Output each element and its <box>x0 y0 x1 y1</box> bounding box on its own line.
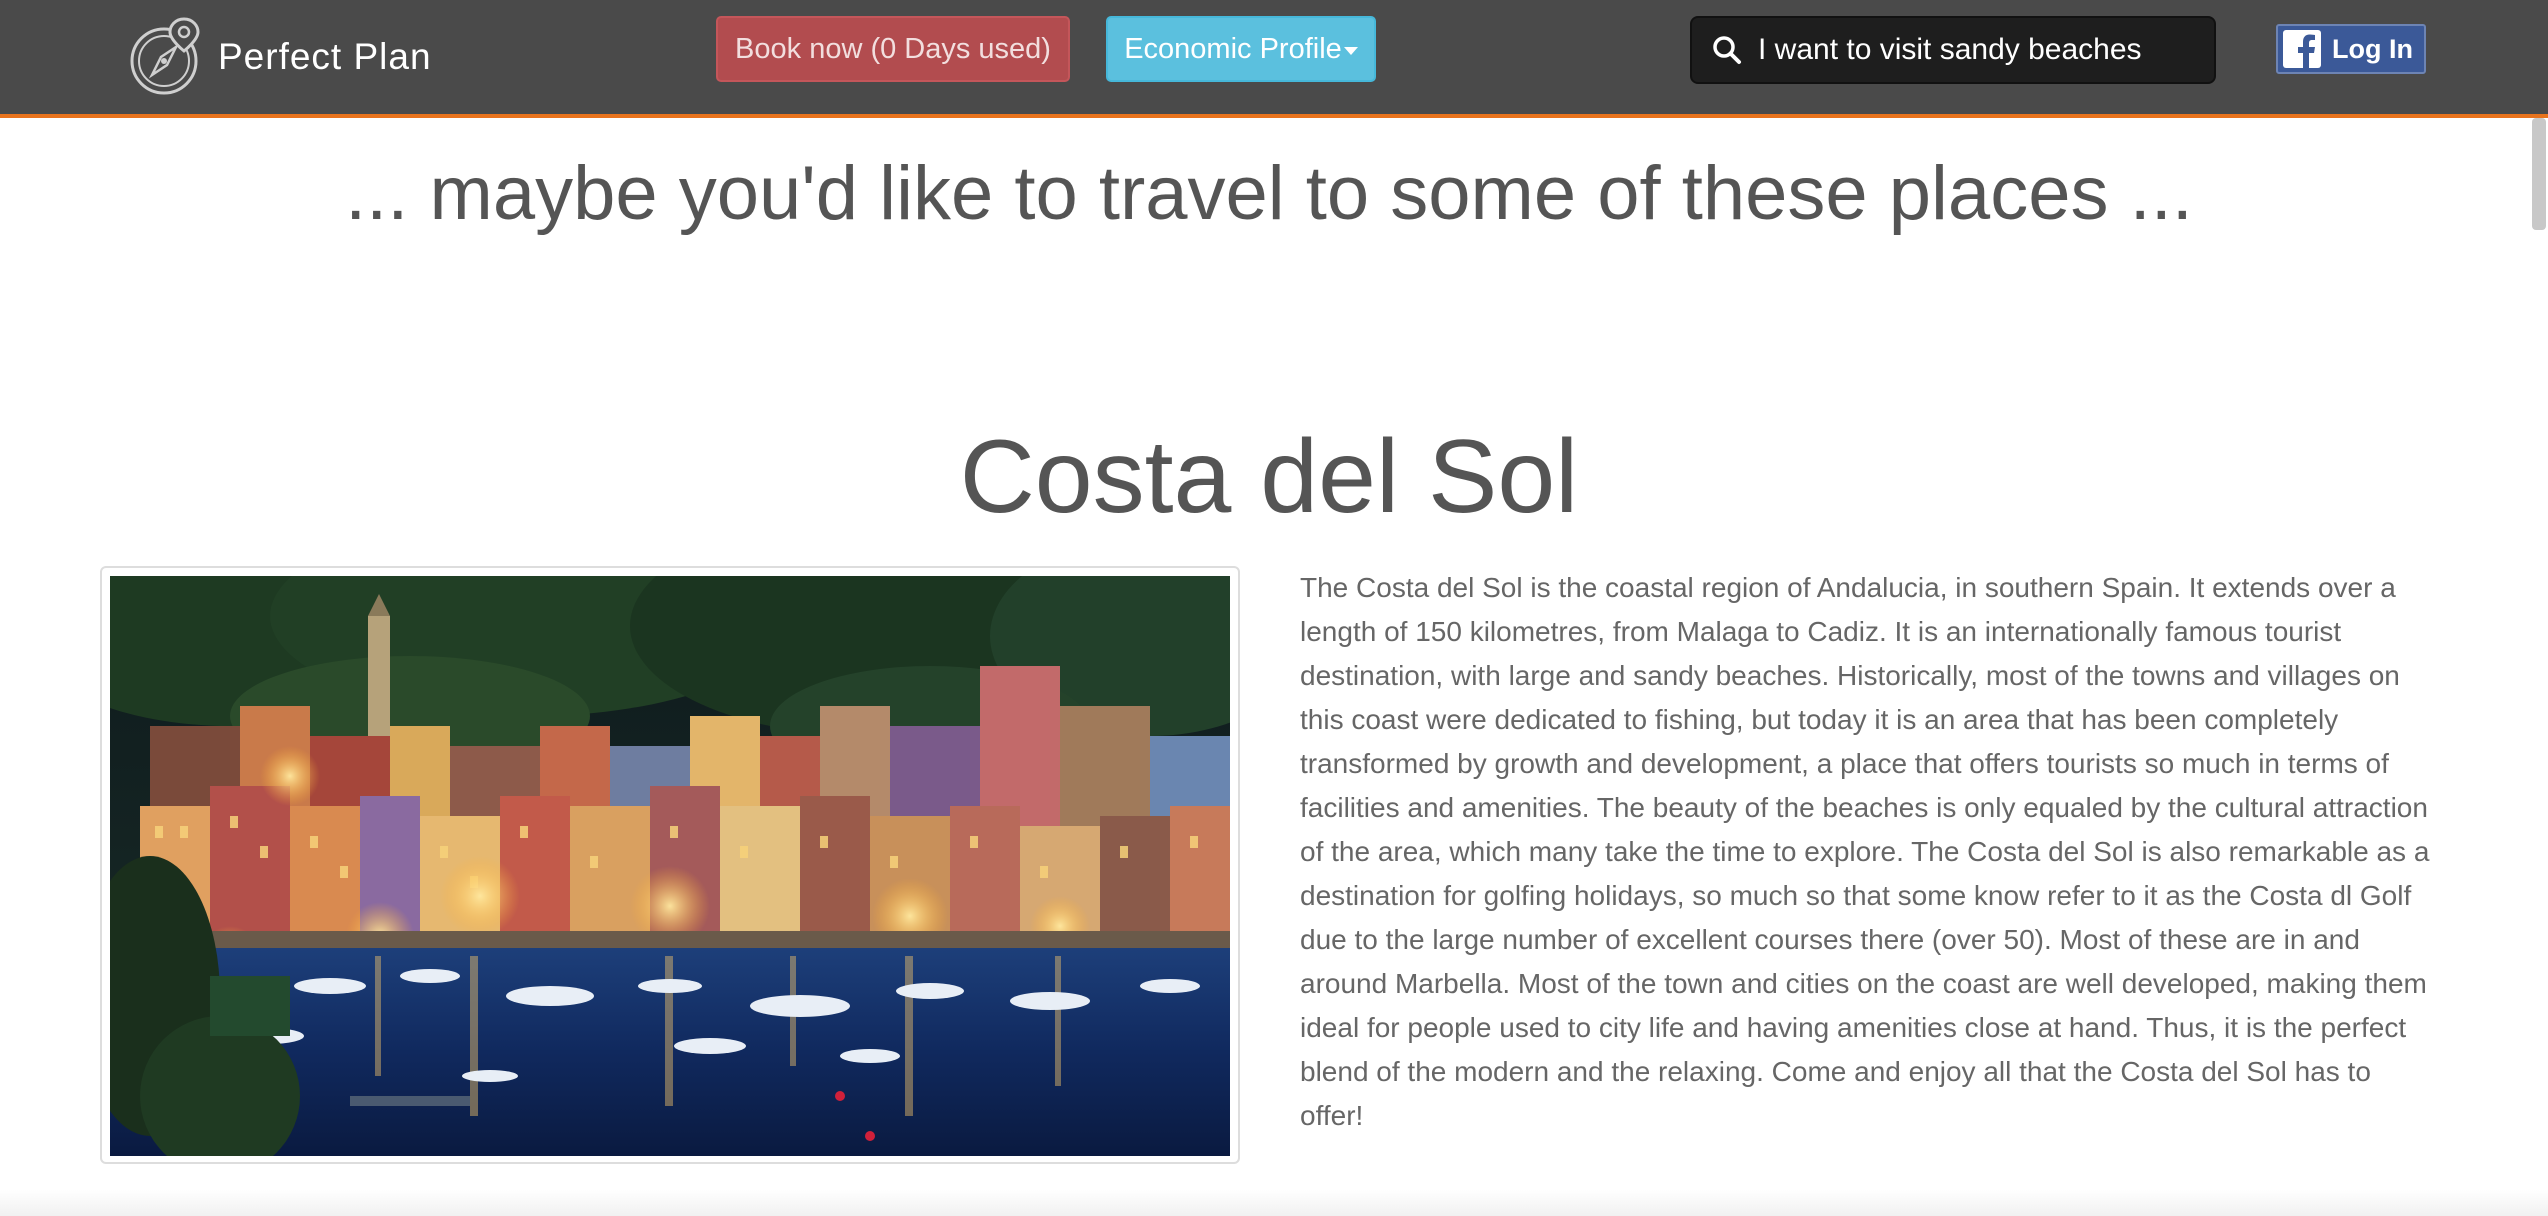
search-bar[interactable] <box>1690 16 2216 84</box>
book-now-button[interactable]: Book now (0 Days used) <box>716 16 1070 82</box>
top-navbar: Perfect Plan Book now (0 Days used) Econ… <box>0 0 2548 118</box>
book-now-label: Book now (0 Days used) <box>735 32 1051 65</box>
facebook-login-button[interactable]: Log In <box>2276 24 2426 74</box>
brand-name: Perfect Plan <box>218 36 432 77</box>
destination-image-frame <box>100 566 1240 1164</box>
harbor-night-illustration <box>110 576 1230 1156</box>
brand-link[interactable]: Perfect Plan <box>128 16 432 98</box>
destination-title: Costa del Sol <box>959 419 1579 535</box>
search-input[interactable] <box>1758 33 2198 67</box>
destination-photo <box>110 576 1230 1156</box>
search-icon <box>1713 36 1741 64</box>
bottom-shadow <box>0 1190 2548 1216</box>
destination-description: The Costa del Sol is the coastal region … <box>1300 572 2430 1131</box>
economic-profile-dropdown[interactable]: Economic Profile <box>1106 16 1376 82</box>
economic-profile-label: Economic Profile <box>1124 32 1342 65</box>
compass-pin-icon <box>130 17 200 95</box>
caret-down-icon <box>1343 47 1358 55</box>
facebook-icon <box>2283 30 2321 69</box>
page-tagline: ... maybe you'd like to travel to some o… <box>345 151 2193 236</box>
login-label: Log In <box>2332 33 2413 64</box>
